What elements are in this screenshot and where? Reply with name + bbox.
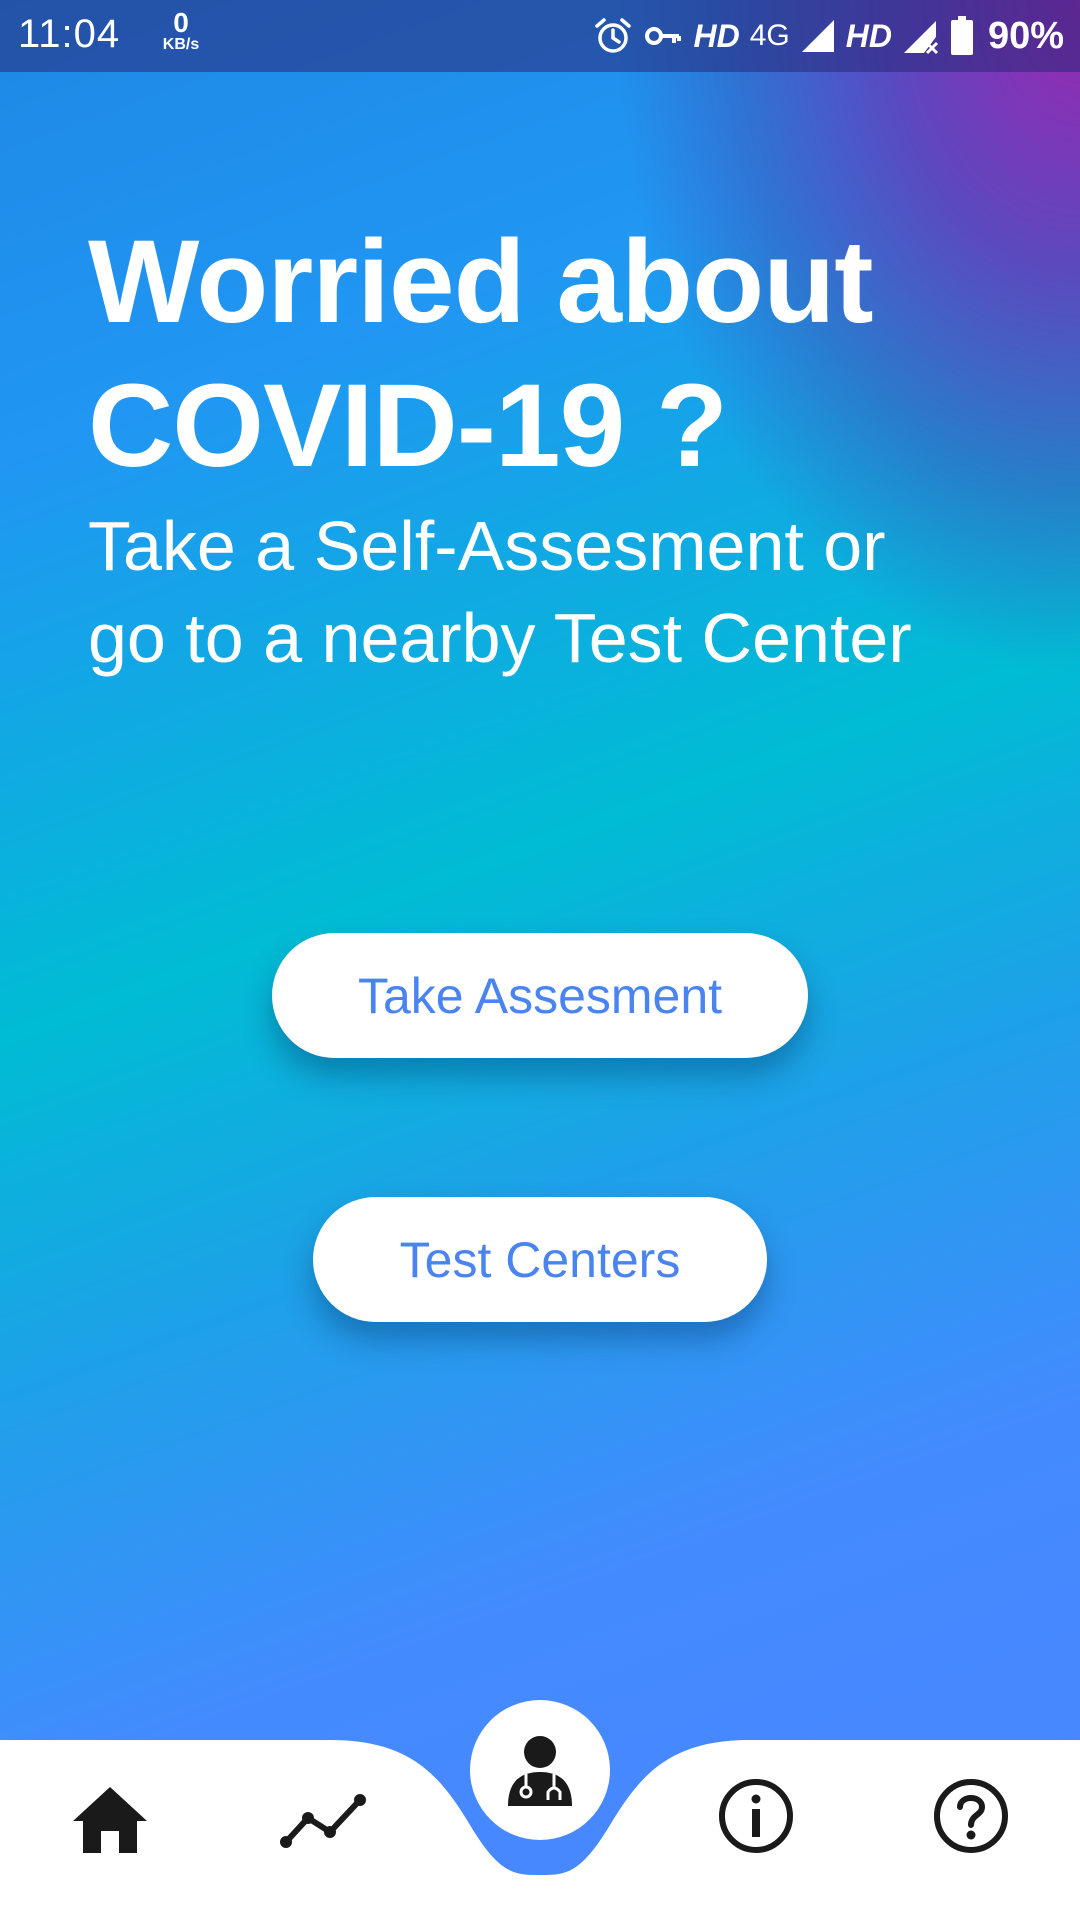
subtitle-line-2: go to a nearby Test Center	[88, 599, 912, 677]
vpn-key-icon	[645, 27, 682, 45]
nav-trend[interactable]	[278, 1785, 368, 1855]
battery-percentage: 90%	[987, 14, 1064, 57]
hd-label-2: HD	[845, 17, 892, 54]
network-speed: 0 KB/s	[156, 7, 206, 54]
network-speed-unit: KB/s	[162, 36, 200, 53]
info-icon	[719, 1779, 793, 1853]
bottom-navigation	[0, 1700, 1080, 1920]
headline-line-1: Worried about	[88, 216, 874, 348]
nav-self-assessment[interactable]	[470, 1700, 610, 1840]
doctor-icon	[508, 1736, 572, 1806]
network-speed-value: 0	[173, 7, 189, 38]
test-centers-button[interactable]: Test Centers	[313, 1197, 767, 1322]
headline-line-2: COVID-19 ?	[88, 360, 728, 492]
hero-headline: Worried about COVID-19 ?	[88, 210, 1048, 498]
status-icons: HD 4G HD 90%	[593, 12, 1064, 60]
home-icon	[73, 1787, 147, 1853]
hero-subtitle: Take a Self-Assesment or go to a nearby …	[88, 500, 1068, 684]
signal-icon	[801, 20, 834, 52]
alarm-icon	[595, 18, 632, 53]
signal-no-service-icon	[903, 21, 938, 55]
nav-help[interactable]	[930, 1775, 1012, 1857]
app-screen: 11:04 0 KB/s HD 4G HD 90% Worried about …	[0, 0, 1080, 1920]
help-icon	[934, 1779, 1008, 1853]
subtitle-line-1: Take a Self-Assesment or	[88, 507, 886, 585]
trending-icon	[280, 1794, 366, 1848]
take-assessment-button[interactable]: Take Assesment	[272, 933, 808, 1058]
nav-info[interactable]	[715, 1775, 797, 1857]
status-time: 11:04	[18, 12, 121, 56]
battery-icon	[950, 16, 973, 55]
nav-home[interactable]	[70, 1780, 150, 1860]
hd-label-1: HD	[693, 17, 740, 54]
status-bar: 11:04 0 KB/s HD 4G HD 90%	[0, 0, 1080, 72]
network-type: 4G	[749, 19, 790, 52]
